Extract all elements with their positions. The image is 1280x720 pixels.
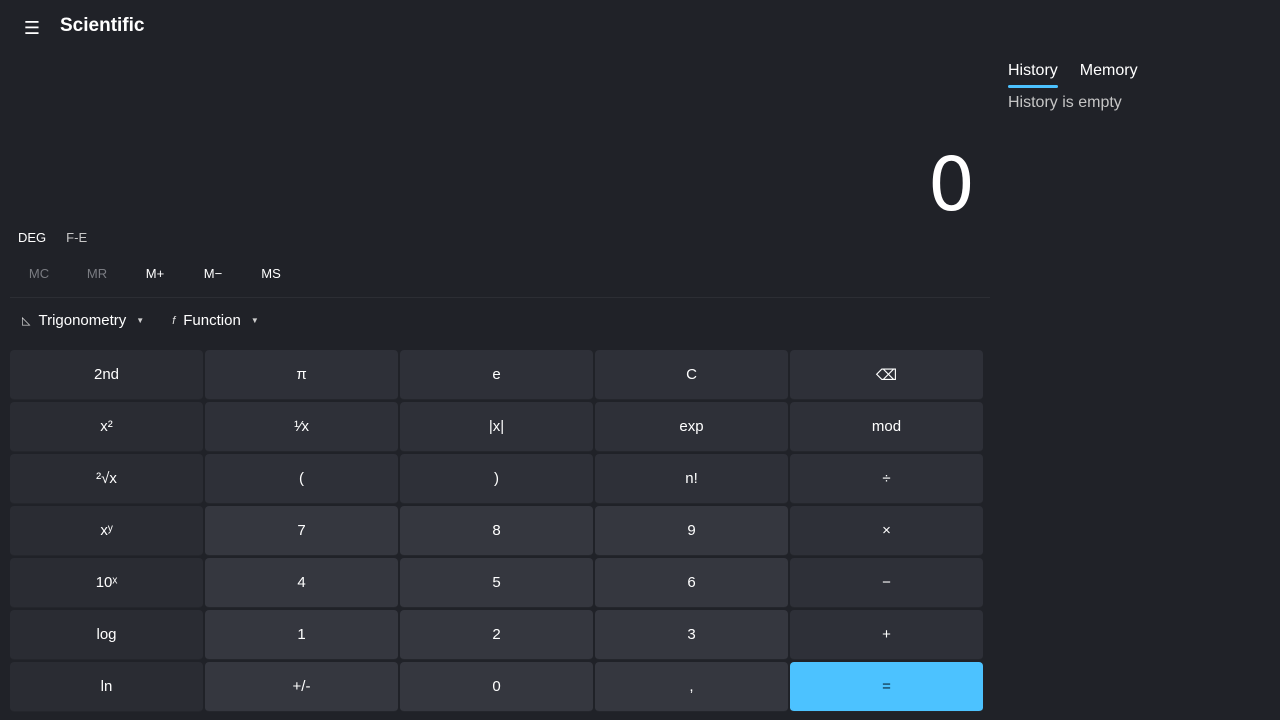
- plus-button[interactable]: +: [790, 610, 983, 660]
- digit-4-button[interactable]: 4: [205, 558, 398, 608]
- close-paren-button[interactable]: ): [400, 454, 593, 504]
- trig-triangle-icon: ◺: [22, 315, 31, 327]
- divider: [10, 297, 990, 298]
- open-paren-button[interactable]: (: [205, 454, 398, 504]
- square-button[interactable]: x²: [10, 402, 203, 452]
- function-icon: f: [172, 314, 176, 327]
- page-title: Scientific: [60, 15, 145, 36]
- power-button[interactable]: xʸ: [10, 506, 203, 556]
- reciprocal-button[interactable]: ¹⁄x: [205, 402, 398, 452]
- equals-button[interactable]: =: [790, 662, 983, 712]
- digit-0-button[interactable]: 0: [400, 662, 593, 712]
- chevron-down-icon: ▼: [136, 316, 145, 325]
- hamburger-icon[interactable]: ☰: [17, 14, 47, 42]
- clear-button[interactable]: C: [595, 350, 788, 400]
- pi-button[interactable]: π: [205, 350, 398, 400]
- history-panel: History Memory History is empty: [1008, 62, 1268, 112]
- digit-7-button[interactable]: 7: [205, 506, 398, 556]
- tab-memory[interactable]: Memory: [1080, 62, 1138, 88]
- memory-store-button[interactable]: MS: [242, 262, 300, 285]
- memory-row: MC MR M+ M− MS: [10, 262, 300, 285]
- digit-9-button[interactable]: 9: [595, 506, 788, 556]
- trigonometry-label: Trigonometry: [38, 312, 127, 329]
- mod-button[interactable]: mod: [790, 402, 983, 452]
- minus-button[interactable]: −: [790, 558, 983, 608]
- digit-1-button[interactable]: 1: [205, 610, 398, 660]
- factorial-button[interactable]: n!: [595, 454, 788, 504]
- backspace-button[interactable]: ⌫: [790, 350, 983, 400]
- mode-row: DEG F-E: [8, 226, 97, 249]
- trigonometry-dropdown[interactable]: ◺ Trigonometry ▼: [14, 308, 152, 333]
- chevron-down-icon: ▼: [250, 316, 259, 325]
- memory-clear-button[interactable]: MC: [10, 262, 68, 285]
- absolute-button[interactable]: |x|: [400, 402, 593, 452]
- angle-mode-button[interactable]: DEG: [8, 226, 56, 249]
- side-tabs: History Memory: [1008, 62, 1268, 88]
- digit-6-button[interactable]: 6: [595, 558, 788, 608]
- function-dropdown[interactable]: f Function ▼: [164, 308, 267, 333]
- digit-3-button[interactable]: 3: [595, 610, 788, 660]
- e-button[interactable]: e: [400, 350, 593, 400]
- digit-2-button[interactable]: 2: [400, 610, 593, 660]
- memory-subtract-button[interactable]: M−: [184, 262, 242, 285]
- digit-8-button[interactable]: 8: [400, 506, 593, 556]
- log-button[interactable]: log: [10, 610, 203, 660]
- second-button[interactable]: 2nd: [10, 350, 203, 400]
- square-root-button[interactable]: ²√x: [10, 454, 203, 504]
- tab-history[interactable]: History: [1008, 62, 1058, 88]
- digit-5-button[interactable]: 5: [400, 558, 593, 608]
- negate-button[interactable]: +/-: [205, 662, 398, 712]
- history-empty-message: History is empty: [1008, 94, 1122, 111]
- memory-add-button[interactable]: M+: [126, 262, 184, 285]
- multiply-button[interactable]: ×: [790, 506, 983, 556]
- dropdown-row: ◺ Trigonometry ▼ f Function ▼: [14, 308, 267, 333]
- ln-button[interactable]: ln: [10, 662, 203, 712]
- exp-button[interactable]: exp: [595, 402, 788, 452]
- calculator-window: ☰ Scientific 0 DEG F-E MC MR M+ M− MS ◺ …: [0, 0, 1280, 720]
- divide-button[interactable]: ÷: [790, 454, 983, 504]
- result-display: 0: [927, 142, 975, 228]
- function-label: Function: [183, 312, 241, 329]
- memory-recall-button[interactable]: MR: [68, 262, 126, 285]
- fe-button[interactable]: F-E: [56, 226, 97, 249]
- ten-power-button[interactable]: 10ˣ: [10, 558, 203, 608]
- keypad: 2nd π e C ⌫ x² ¹⁄x |x| exp mod ²√x() n! ÷ xʸ 7 8 9 × 10ˣ 4 5…: [10, 350, 983, 712]
- decimal-button[interactable]: ,: [595, 662, 788, 712]
